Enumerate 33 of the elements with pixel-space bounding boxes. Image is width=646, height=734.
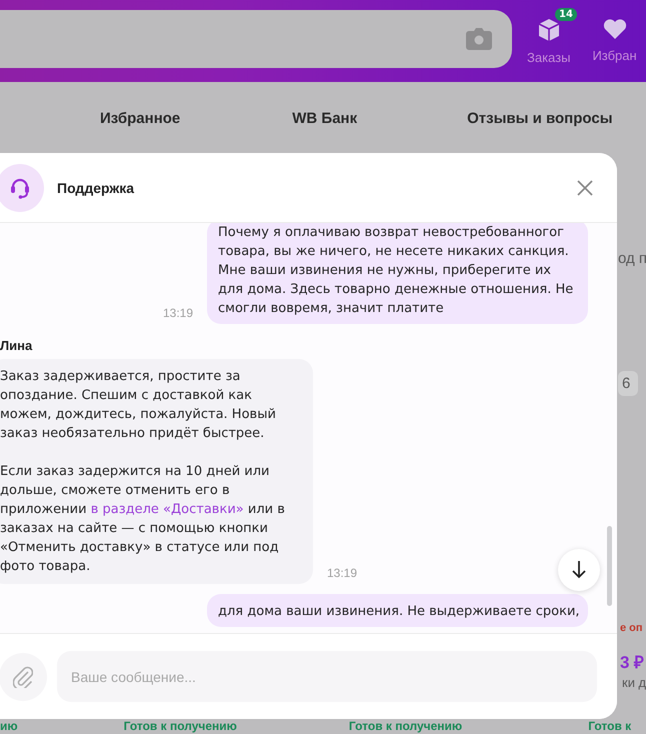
author-name: Лина bbox=[0, 338, 34, 353]
background-text: од п bbox=[618, 250, 646, 267]
camera-icon[interactable] bbox=[466, 28, 492, 50]
chat-title: Поддержка bbox=[57, 180, 134, 196]
background-text: е оп bbox=[620, 622, 644, 634]
paperclip-icon bbox=[13, 666, 33, 688]
status-text: Готов к получению bbox=[124, 720, 237, 733]
arrow-down-icon bbox=[572, 561, 586, 579]
message-text: Заказ задерживается, простите за опоздание. Спешим с доставкой как можем, дождитесь, пожалуйста. Новый заказ необязательно придёт быстрее. bbox=[0, 368, 277, 443]
background-text: 3 ₽ bbox=[620, 652, 646, 673]
search-field[interactable] bbox=[0, 10, 512, 68]
box-icon bbox=[536, 18, 561, 42]
message-input[interactable]: Ваше сообщение... bbox=[57, 651, 597, 702]
message-time: 13:19 bbox=[327, 566, 358, 580]
status-text: Готов к bbox=[588, 720, 632, 733]
scroll-down-button[interactable] bbox=[558, 549, 600, 591]
status-text: Готов к получению bbox=[348, 720, 462, 733]
nav-link[interactable]: Отзывы и вопросы bbox=[467, 110, 613, 126]
background-text: 6 bbox=[618, 371, 638, 396]
background-text: ки д bbox=[622, 675, 646, 690]
attach-button[interactable] bbox=[0, 652, 47, 700]
close-icon[interactable] bbox=[577, 180, 593, 196]
status-text: ию bbox=[0, 720, 18, 733]
message-link[interactable]: в разделе «Доставки» bbox=[90, 502, 244, 517]
message-text: для дома ваши извинения. Не выдерживаете сроки, bbox=[218, 603, 580, 621]
count-badge: 14 bbox=[555, 8, 577, 20]
nav-link[interactable]: Избранное bbox=[100, 110, 180, 126]
nav-link[interactable]: WB Банк bbox=[292, 110, 358, 126]
message-text: Если заказ задержится на 10 дней или дольше, сможете отменить его в приложении в разделе «Доставки» или в заказах на сайте — с помощью кнопки «Отменить доставку» в статусе или под фото товара. bbox=[0, 463, 286, 576]
scrollbar-thumb[interactable] bbox=[607, 526, 612, 606]
heart-icon bbox=[602, 18, 627, 40]
message-text: Почему я оплачиваю возврат невостребованногог товара, вы же ничего, не несете никаких санкция. Мне ваши извинения не нужны, приберегите их для дома. Здесь товарно денежные отношения. Не смогли вовремя, значит платите bbox=[218, 224, 574, 318]
message-time: 13:19 bbox=[162, 306, 193, 320]
